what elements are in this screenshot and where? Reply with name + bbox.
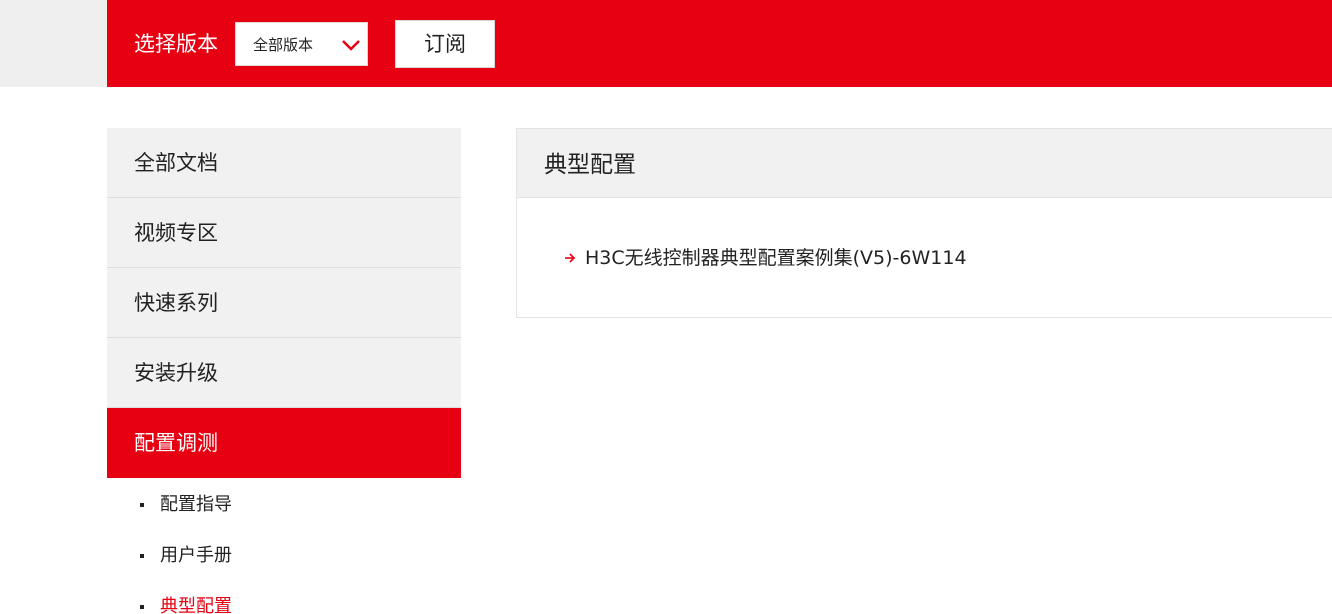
chevron-down-icon <box>342 40 360 51</box>
sidebar-item-quick-series[interactable]: 快速系列 <box>107 268 461 338</box>
sidebar-sub-item-label: 用户手册 <box>160 545 232 566</box>
sidebar-sub-item-label: 配置指导 <box>160 494 232 515</box>
sidebar-item-label: 安装升级 <box>134 361 218 385</box>
sidebar-item-install-upgrade[interactable]: 安装升级 <box>107 338 461 408</box>
document-list-panel: 典型配置 H3C无线控制器典型配置案例集(V5)-6W114 <box>516 128 1332 318</box>
topbar-left-spacer <box>0 0 107 87</box>
version-label: 选择版本 <box>134 32 218 56</box>
sidebar-item-config-debug[interactable]: 配置调测 <box>107 408 461 478</box>
sidebar-sub-item-label: 典型配置 <box>160 596 232 614</box>
sidebar-sub-item-config-guide[interactable]: 配置指导 <box>107 478 461 529</box>
sidebar-item-videos[interactable]: 视频专区 <box>107 198 461 268</box>
arrow-right-icon <box>565 253 576 263</box>
sidebar-item-label: 视频专区 <box>134 221 218 245</box>
sidebar-sub-list: 配置指导 用户手册 典型配置 <box>107 478 461 614</box>
subscribe-button[interactable]: 订阅 <box>395 20 495 68</box>
sidebar-sub-item-typical-config[interactable]: 典型配置 <box>107 580 461 614</box>
sidebar: 全部文档 视频专区 快速系列 安装升级 配置调测 配置指导 用户手册 典型配置 <box>107 128 461 614</box>
bullet-icon <box>140 503 144 507</box>
sidebar-sub-item-user-manual[interactable]: 用户手册 <box>107 529 461 580</box>
version-filter-bar: 选择版本 全部版本 订阅 <box>107 0 1332 87</box>
sidebar-item-label: 快速系列 <box>134 291 218 315</box>
sidebar-item-label: 配置调测 <box>134 431 218 455</box>
page-title: 典型配置 <box>544 152 636 178</box>
sidebar-item-all-docs[interactable]: 全部文档 <box>107 128 461 198</box>
bullet-icon <box>140 554 144 558</box>
sidebar-item-label: 全部文档 <box>134 151 218 175</box>
page: 选择版本 全部版本 订阅 全部文档 视频专区 快速系列 安装升级 配置调测 配置… <box>0 0 1332 614</box>
version-select-value: 全部版本 <box>253 36 314 54</box>
panel-header: 典型配置 <box>517 129 1332 198</box>
bullet-icon <box>140 605 144 609</box>
document-link-label: H3C无线控制器典型配置案例集(V5)-6W114 <box>585 247 967 269</box>
version-select[interactable]: 全部版本 <box>235 22 368 66</box>
